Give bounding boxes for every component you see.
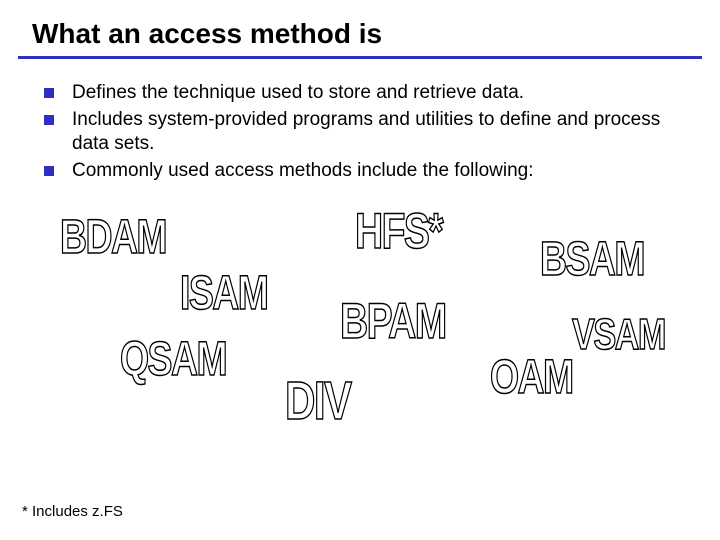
access-methods-cloud: BDAM HFS* BSAM ISAM BPAM VSAM QSAM OAM D… [0,202,720,462]
method-div: DIV [285,370,351,432]
method-bdam: BDAM [60,210,166,265]
footnote: * Includes z.FS [22,503,123,520]
method-qsam: QSAM [120,332,226,387]
bullet-list: Defines the technique used to store and … [0,59,720,184]
list-item: Commonly used access methods include the… [44,159,680,184]
method-vsam: VSAM [572,310,665,360]
square-bullet-icon [44,166,54,176]
square-bullet-icon [44,88,54,98]
method-hfs: HFS* [355,202,442,260]
method-bsam: BSAM [540,232,644,287]
slide-title: What an access method is [0,0,720,56]
bullet-text: Includes system-provided programs and ut… [72,108,680,157]
list-item: Defines the technique used to store and … [44,81,680,106]
list-item: Includes system-provided programs and ut… [44,108,680,157]
method-oam: OAM [490,350,573,405]
bullet-text: Defines the technique used to store and … [72,81,524,106]
method-bpam: BPAM [340,292,446,350]
square-bullet-icon [44,115,54,125]
method-isam: ISAM [180,266,267,321]
bullet-text: Commonly used access methods include the… [72,159,534,184]
